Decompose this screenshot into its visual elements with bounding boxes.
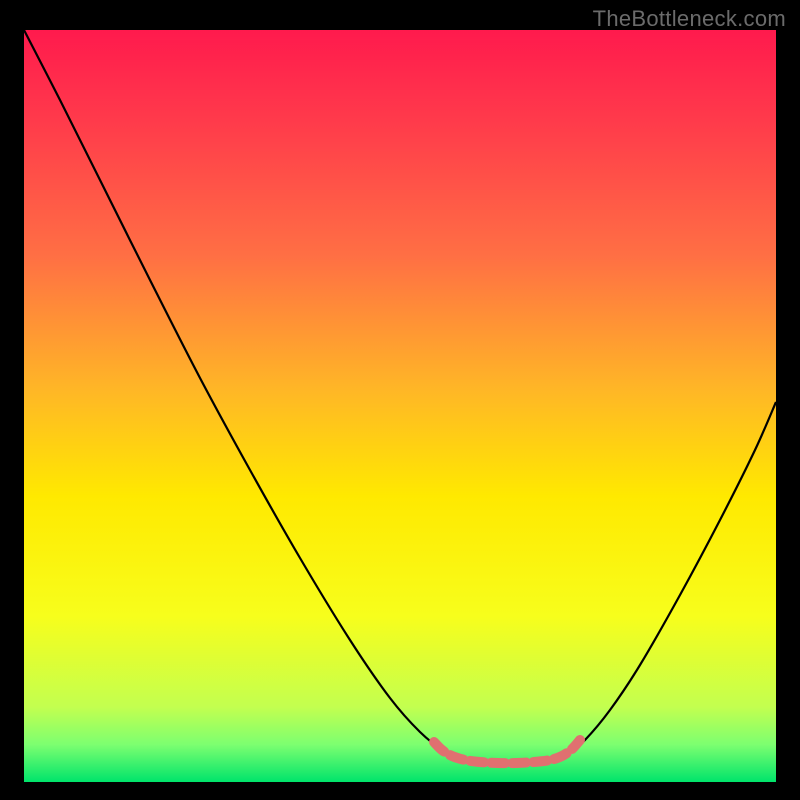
- chart-container: TheBottleneck.com: [0, 0, 800, 800]
- chart-svg: [0, 0, 800, 800]
- watermark-text: TheBottleneck.com: [593, 6, 786, 32]
- chart-background-gradient: [24, 30, 776, 782]
